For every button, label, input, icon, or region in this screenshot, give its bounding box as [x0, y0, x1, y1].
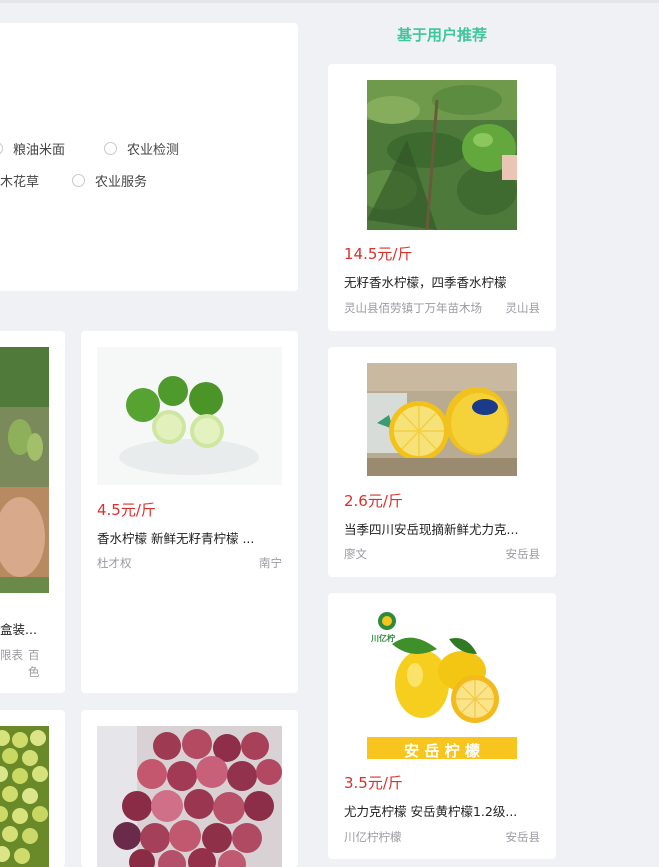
product-card[interactable]: [0, 710, 65, 867]
product-name[interactable]: 盒装...: [0, 619, 60, 638]
product-image-sliced-lemons[interactable]: [367, 363, 517, 476]
product-image-red-grapes[interactable]: [97, 726, 282, 867]
radio-icon[interactable]: [0, 142, 3, 155]
product-card[interactable]: 14.5元/斤 无籽香水柠檬，四季香水柠檬 灵山县佰劳镇丁万年苗木场 灵山县: [328, 64, 556, 331]
seller-location: 安岳县: [505, 830, 541, 844]
filter-option-label: 粮油米面: [13, 143, 66, 158]
category-filter-card: 粮油米面 农业检测 木花草 农业服务: [0, 23, 298, 291]
radio-icon[interactable]: [104, 142, 117, 155]
product-price: 14.5元/斤: [344, 245, 413, 263]
seller-name: 灵山县佰劳镇丁万年苗木场: [344, 301, 482, 315]
product-image-limes[interactable]: [97, 347, 282, 485]
seller-location: 灵山县: [505, 301, 541, 315]
seller-name: 杜才权: [97, 556, 132, 570]
filter-option-testing[interactable]: 农业检测: [104, 139, 179, 158]
seller-name: 廖文: [344, 547, 367, 561]
filter-option-service[interactable]: 农业服务: [72, 171, 147, 190]
brand-banner-text: 安 岳 柠 檬: [404, 742, 480, 759]
product-card[interactable]: [81, 710, 298, 867]
product-price: 2.6元/斤: [344, 492, 403, 510]
product-image-lemons-brand[interactable]: 川亿柠 安 岳 柠 檬: [367, 609, 517, 759]
filter-option-grain[interactable]: 粮油米面: [0, 139, 65, 158]
filter-option-label: 农业检测: [127, 143, 180, 158]
product-image-mango[interactable]: [0, 347, 49, 593]
product-price: 4.5元/斤: [97, 501, 156, 519]
filter-option-label: 农业服务: [95, 175, 148, 190]
product-image-lemon-tree[interactable]: [367, 80, 517, 230]
product-card[interactable]: 4.5元/斤 香水柠檬 新鲜无籽青柠檬 ... 杜才权 南宁: [81, 331, 298, 693]
product-name[interactable]: 尤力克柠檬 安岳黄柠檬1.2级...: [344, 801, 540, 820]
filter-option-flowers[interactable]: 木花草: [0, 171, 39, 190]
product-card[interactable]: 盒装... 限表 百色: [0, 331, 65, 693]
product-name[interactable]: 无籽香水柠檬，四季香水柠檬: [344, 272, 540, 291]
product-price: 3.5元/斤: [344, 774, 403, 792]
seller-location: 百色: [28, 648, 40, 679]
filter-option-label: 木花草: [0, 175, 40, 190]
product-name[interactable]: 香水柠檬 新鲜无籽青柠檬 ...: [97, 528, 283, 547]
seller-name: 川亿柠柠檬: [344, 830, 402, 844]
brand-logo-text: 川亿柠: [371, 634, 395, 643]
product-image-green-grapes[interactable]: [0, 726, 49, 867]
radio-icon[interactable]: [72, 174, 85, 187]
top-divider: [0, 0, 659, 3]
product-card[interactable]: 2.6元/斤 当季四川安岳现摘新鲜尤力克... 廖文 安岳县: [328, 347, 556, 577]
product-name[interactable]: 当季四川安岳现摘新鲜尤力克...: [344, 519, 540, 538]
recommend-title: 基于用户推荐: [396, 26, 487, 44]
product-card[interactable]: 川亿柠 安 岳 柠 檬 3.5元/斤 尤力克柠檬 安岳黄柠檬1.2级... 川亿…: [328, 593, 556, 859]
seller-name: 限表: [0, 648, 23, 662]
seller-location: 安岳县: [505, 547, 541, 561]
seller-location: 南宁: [259, 556, 282, 570]
